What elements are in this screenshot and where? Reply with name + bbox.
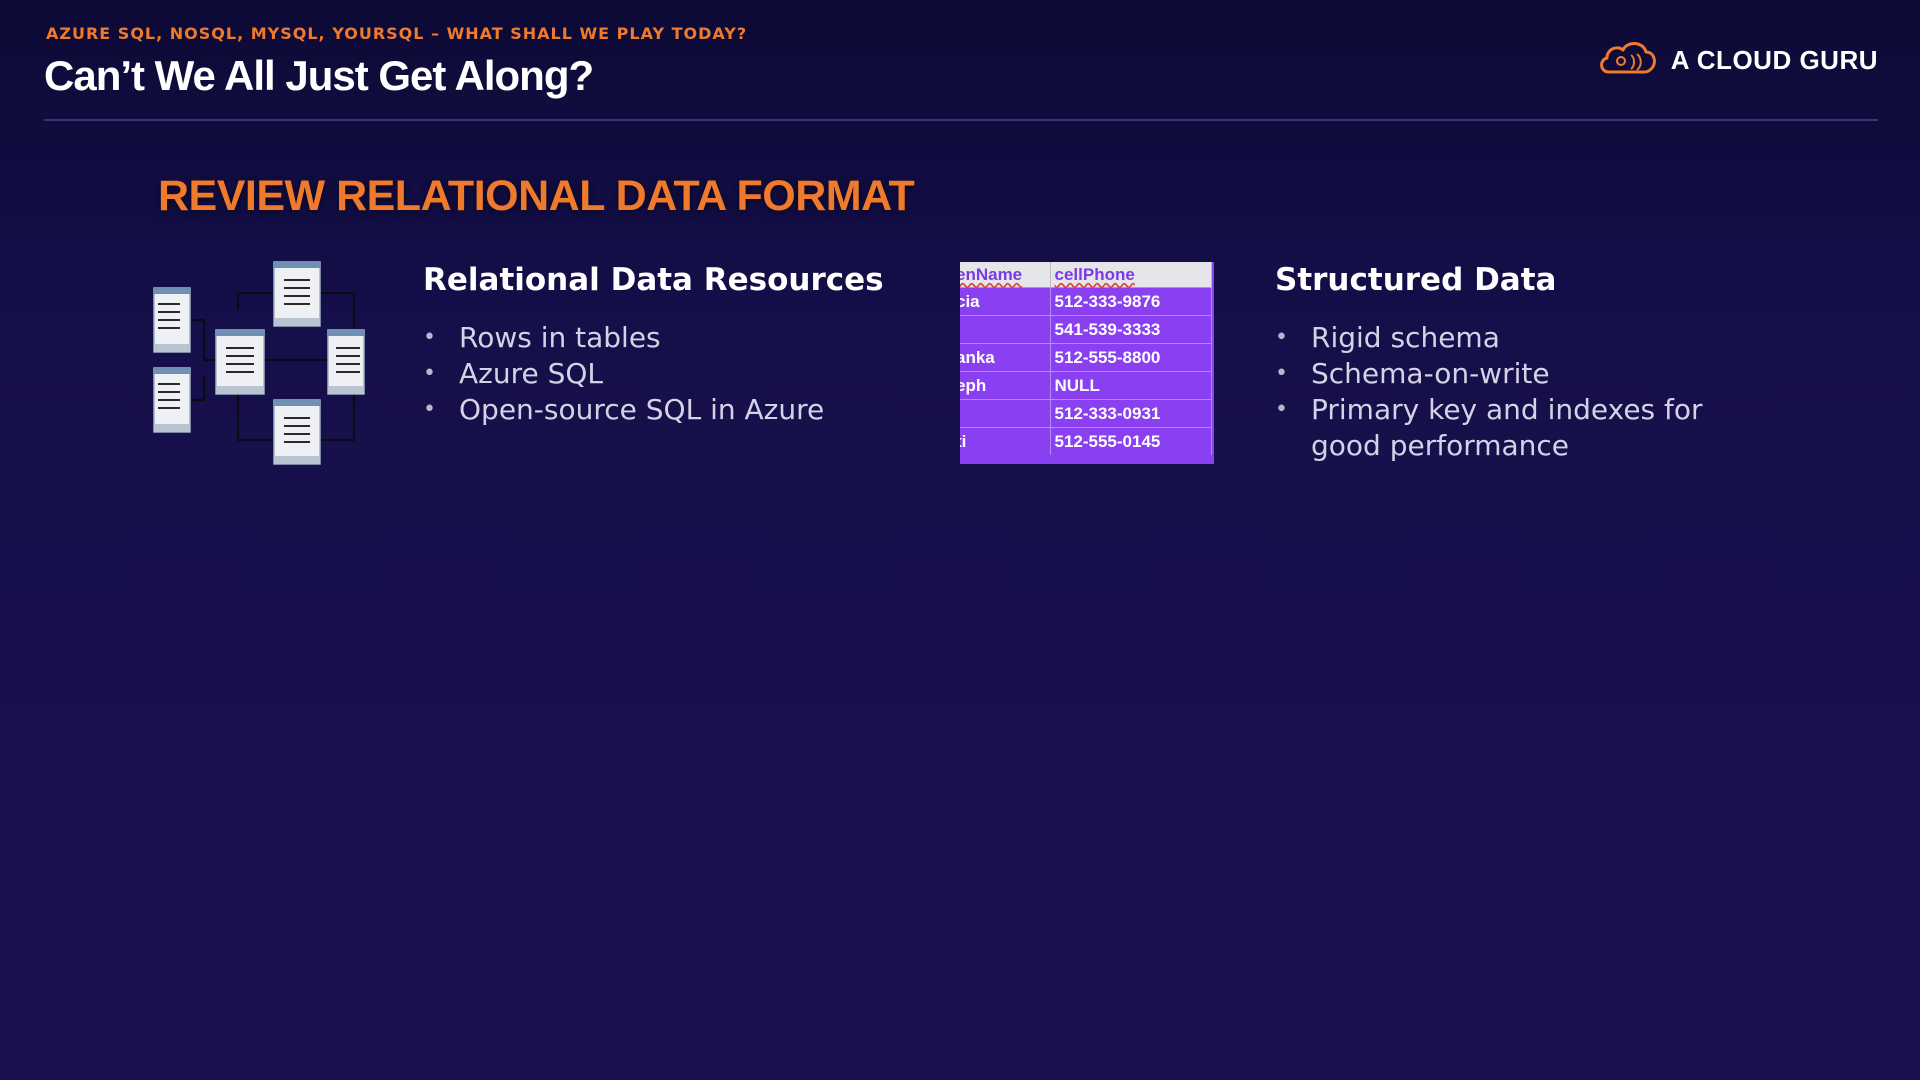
structured-data-list: Rigid schema Schema-on-write Primary key…	[1275, 320, 1735, 464]
table-icon-1	[153, 287, 191, 353]
table-icon-6	[273, 399, 321, 465]
table-cell: ti	[960, 427, 1051, 455]
table-cell: 512-555-0145	[1050, 427, 1212, 455]
table-icon-4	[273, 261, 321, 327]
table-row: ti 512-555-0145	[960, 427, 1212, 455]
table-row: cia 512-333-9876	[960, 287, 1212, 316]
list-item: Schema-on-write	[1275, 356, 1735, 392]
table-cell	[960, 315, 1051, 344]
list-item: Open-source SQL in Azure	[423, 392, 943, 428]
header-divider	[44, 119, 1878, 121]
brand-name: A CLOUD GURU	[1670, 45, 1878, 75]
list-item: Rows in tables	[423, 320, 943, 356]
table-icon-5	[327, 329, 365, 395]
table-icon-3	[215, 329, 265, 395]
slide-kicker: AZURE SQL, NOSQL, MYSQL, YOURSQL – WHAT …	[46, 24, 748, 43]
table-cell: 512-333-9876	[1050, 287, 1212, 316]
relational-tables-diagram-icon	[150, 258, 370, 468]
table-cell: anka	[960, 343, 1051, 372]
brand-logo: A CLOUD GURU	[1597, 38, 1878, 83]
table-icon-2	[153, 367, 191, 433]
column-header: cellPhone	[1050, 262, 1212, 288]
sample-data-table: enName cellPhone cia 512-333-9876 541-53…	[960, 262, 1214, 464]
structured-data-heading: Structured Data	[1275, 262, 1557, 298]
table-row: : 512-333-0931	[960, 399, 1212, 428]
table-cell: :	[960, 399, 1051, 428]
slide-title: Can’t We All Just Get Along?	[44, 52, 594, 99]
cloud-logo-icon	[1597, 38, 1659, 83]
table-row: anka 512-555-8800	[960, 343, 1212, 372]
table-row: eph NULL	[960, 371, 1212, 400]
table-row: 541-539-3333	[960, 315, 1212, 344]
table-cell: NULL	[1050, 371, 1212, 400]
table-cell: eph	[960, 371, 1051, 400]
table-cell: 541-539-3333	[1050, 315, 1212, 344]
relational-resources-heading: Relational Data Resources	[423, 262, 884, 298]
list-item: Azure SQL	[423, 356, 943, 392]
section-heading: REVIEW RELATIONAL DATA FORMAT	[158, 172, 915, 220]
table-cell: 512-555-8800	[1050, 343, 1212, 372]
relational-resources-list: Rows in tables Azure SQL Open-source SQL…	[423, 320, 943, 428]
list-item: Rigid schema	[1275, 320, 1735, 356]
table-cell: 512-333-0931	[1050, 399, 1212, 428]
list-item: Primary key and indexes for good perform…	[1275, 392, 1735, 464]
table-cell: cia	[960, 287, 1051, 316]
column-header: enName	[960, 262, 1051, 288]
